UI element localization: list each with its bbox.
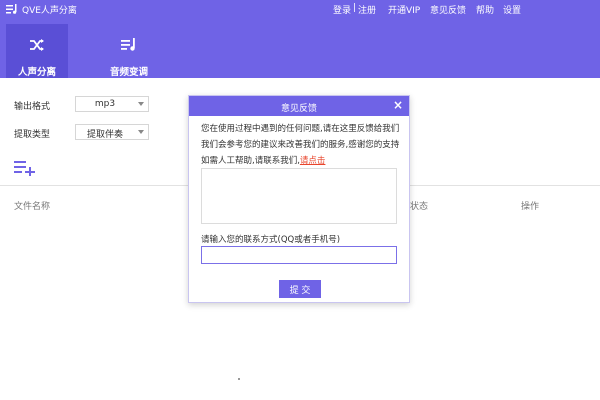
column-header-filename: 文件名称 — [14, 202, 51, 212]
title-bar: QVE人声分离 登录 | 注册 开通VIP 意见反馈 帮助 设置 人声分离 音频… — [0, 0, 600, 78]
dialog-description: 您在使用过程中遇到的任何问题,请在这里反馈给我们我们会参考您的建议来改善我们的服… — [201, 121, 401, 169]
tab-pitch-shift[interactable]: 音频变调 — [98, 24, 160, 78]
app-title: QVE人声分离 — [22, 6, 77, 16]
extract-type-select[interactable]: 提取伴奏 — [75, 124, 149, 140]
submit-button[interactable]: 提 交 — [279, 280, 321, 298]
contact-label: 请输入您的联系方式(QQ或者手机号) — [201, 235, 341, 245]
feedback-link[interactable]: 意见反馈 — [430, 3, 466, 16]
tab-vocal-separation[interactable]: 人声分离 — [6, 24, 68, 78]
settings-link[interactable]: 设置 — [503, 3, 521, 16]
extract-type-label: 提取类型 — [14, 130, 51, 140]
output-format-value: mp3 — [94, 99, 116, 109]
click-here-link[interactable]: 请点击 — [300, 156, 326, 166]
link-separator: | — [353, 3, 357, 13]
contact-input[interactable] — [201, 246, 397, 264]
tab-label: 音频变调 — [109, 67, 148, 78]
add-file-icon[interactable] — [14, 160, 36, 176]
column-header-actions: 操作 — [521, 202, 540, 212]
vip-link[interactable]: 开通VIP — [388, 3, 420, 16]
close-icon[interactable]: × — [393, 98, 403, 112]
music-list-icon — [121, 38, 135, 51]
login-link[interactable]: 登录 — [333, 3, 351, 16]
column-header-status: 状态 — [410, 202, 429, 212]
help-link[interactable]: 帮助 — [476, 3, 494, 16]
tab-label: 人声分离 — [17, 67, 56, 78]
chevron-down-icon — [138, 102, 144, 106]
register-link[interactable]: 注册 — [358, 3, 376, 16]
feedback-textarea[interactable] — [201, 168, 397, 224]
shuffle-icon — [30, 39, 44, 51]
chevron-down-icon — [138, 130, 144, 134]
dialog-header: 意见反馈 × — [189, 96, 409, 116]
dialog-title: 意见反馈 — [280, 104, 317, 114]
app-logo-icon — [6, 4, 17, 14]
stray-dot — [238, 378, 240, 380]
output-format-select[interactable]: mp3 — [75, 96, 149, 112]
feedback-dialog: 意见反馈 × 您在使用过程中遇到的任何问题,请在这里反馈给我们我们会参考您的建议… — [188, 95, 410, 303]
output-format-label: 输出格式 — [14, 102, 51, 112]
extract-type-value: 提取伴奏 — [86, 130, 123, 140]
